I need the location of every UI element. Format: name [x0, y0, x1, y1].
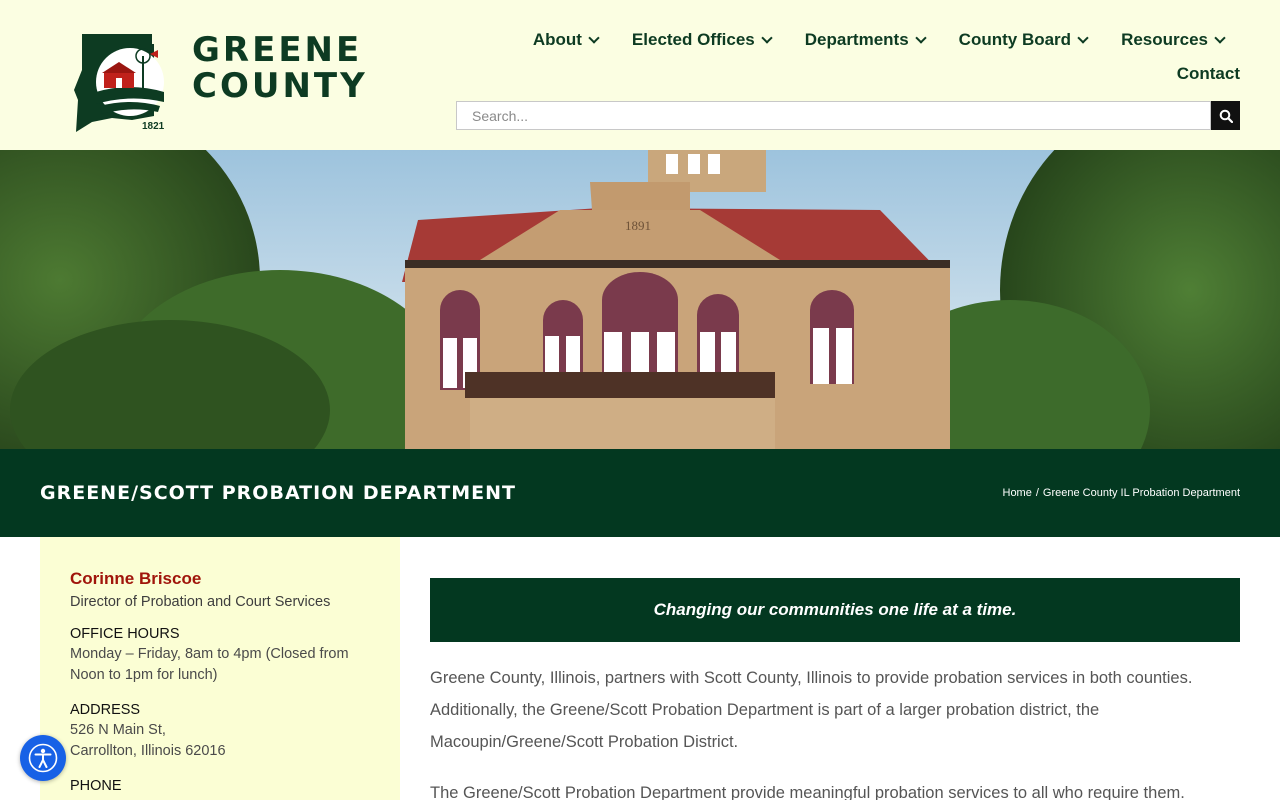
office-hours-text: Monday – Friday, 8am to 4pm (Closed from…: [70, 646, 349, 683]
phone-heading: PHONE: [70, 778, 122, 794]
breadcrumb-current: Greene County IL Probation Department: [1042, 487, 1240, 499]
accessibility-button[interactable]: [20, 735, 66, 781]
nav-about[interactable]: About: [532, 30, 600, 50]
intro-paragraph: Greene County, Illinois, partners with S…: [430, 669, 1193, 751]
address-line2: Carrollton, Illinois 62016: [70, 743, 226, 759]
nav-county-board-label: County Board: [958, 30, 1072, 49]
chevron-down-icon: [588, 32, 600, 44]
nav-elected-offices-label: Elected Offices: [631, 30, 755, 49]
contact-role: Director of Probation and Court Services: [70, 594, 331, 610]
breadcrumb-home-link[interactable]: Home: [1003, 487, 1032, 499]
logo-wordmark: GREENE COUNTY: [192, 32, 368, 104]
hero-courthouse-image: 1891: [0, 150, 1280, 449]
logo-line1: GREENE: [192, 30, 363, 70]
search-button[interactable]: [1211, 101, 1240, 130]
accessibility-icon: [28, 743, 58, 773]
nav-elected-offices[interactable]: Elected Offices: [631, 30, 773, 50]
page-title-bar: GREENE/SCOTT PROBATION DEPARTMENT Home /…: [0, 449, 1280, 537]
tagline-banner: Changing our communities one life at a t…: [430, 578, 1240, 642]
courthouse-illustration: 1891: [0, 150, 1280, 449]
address-line1: 526 N Main St,: [70, 722, 166, 738]
contact-sidebar: Corinne Briscoe Director of Probation an…: [40, 537, 400, 800]
chevron-down-icon: [761, 32, 773, 44]
site-header: 1821 GREENE COUNTY About Elected Offices…: [0, 0, 1280, 150]
chevron-down-icon: [1077, 32, 1089, 44]
nav-resources-label: Resources: [1121, 30, 1208, 49]
contact-name: Corinne Briscoe: [70, 569, 202, 588]
nav-contact[interactable]: Contact: [1177, 64, 1240, 84]
main-nav: About Elected Offices Departments County…: [532, 30, 1226, 50]
nav-about-label: About: [532, 30, 582, 49]
nav-resources[interactable]: Resources: [1121, 30, 1226, 50]
chevron-down-icon: [915, 32, 927, 44]
building-date: 1891: [625, 218, 651, 233]
nav-departments[interactable]: Departments: [804, 30, 927, 50]
search-input[interactable]: [456, 101, 1211, 130]
breadcrumb: Home / Greene County IL Probation Depart…: [1003, 487, 1241, 499]
greene-county-logo[interactable]: 1821 GREENE COUNTY: [72, 30, 377, 134]
nav-departments-label: Departments: [804, 30, 909, 49]
nav-county-board[interactable]: County Board: [958, 30, 1089, 50]
office-hours-heading: OFFICE HOURS: [70, 626, 180, 642]
page-title: GREENE/SCOTT PROBATION DEPARTMENT: [40, 482, 516, 504]
services-paragraph: The Greene/Scott Probation Department pr…: [430, 784, 1185, 800]
search-bar: [456, 101, 1240, 130]
county-seal-icon: 1821: [74, 34, 165, 132]
logo-year: 1821: [142, 121, 165, 132]
search-icon: [1219, 109, 1233, 123]
chevron-down-icon: [1214, 32, 1226, 44]
breadcrumb-separator: /: [1035, 487, 1039, 499]
logo-line2: COUNTY: [192, 66, 368, 106]
tagline: Changing our communities one life at a t…: [653, 600, 1017, 619]
address-heading: ADDRESS: [70, 702, 141, 718]
